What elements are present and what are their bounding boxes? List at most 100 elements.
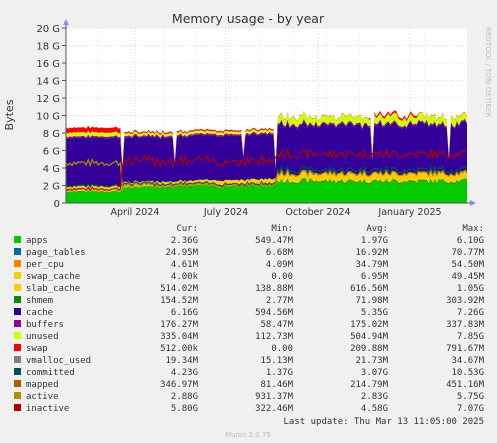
legend-cur: 335.04M <box>160 332 199 342</box>
legend-avg: 4.58G <box>361 404 388 414</box>
y-tick-label: 4 G <box>43 164 60 175</box>
legend-name: inactive <box>26 404 69 414</box>
legend-cur: 6.16G <box>171 308 198 318</box>
legend-swatch-unused <box>14 332 21 339</box>
legend-min: 322.46M <box>255 404 294 414</box>
legend-cur: 2.36G <box>171 236 198 246</box>
y-tick-label: 2 G <box>43 182 60 193</box>
legend-header-max: Max: <box>462 224 484 234</box>
legend-name: swap <box>26 344 48 354</box>
legend-name: slab_cache <box>26 284 80 294</box>
y-tick-label: 20 G <box>36 24 60 35</box>
legend-swatch-apps <box>14 236 21 243</box>
legend-avg: 214.79M <box>350 380 389 390</box>
legend-swatch-page_tables <box>14 248 21 255</box>
y-tick-label: 14 G <box>36 77 60 88</box>
legend-cur: 346.97M <box>160 380 199 390</box>
legend-cur: 2.88G <box>171 392 198 402</box>
legend-avg: 1.97G <box>361 236 388 246</box>
y-tick-label: 8 G <box>43 129 60 140</box>
memory-usage-chart: Memory usage - by year Bytes RRDTOOL / T… <box>3 11 492 439</box>
legend-avg: 34.79M <box>355 260 388 270</box>
legend-swatch-cache <box>14 308 21 315</box>
legend-min: 0.00 <box>271 272 293 282</box>
legend-avg: 3.07G <box>361 368 388 378</box>
legend-max: 1.05G <box>457 284 484 294</box>
x-tick-label: April 2024 <box>111 207 160 218</box>
legend-swatch-vmalloc_used <box>14 356 21 363</box>
legend-avg: 175.02M <box>350 320 389 330</box>
legend-min: 931.37M <box>255 392 294 402</box>
legend-avg: 21.73M <box>355 356 388 366</box>
legend-avg: 71.98M <box>355 296 388 306</box>
legend-avg: 504.94M <box>350 332 389 342</box>
legend: Cur: Min: Avg: Max: apps 2.36G 549.47M 1.97… <box>14 224 485 414</box>
legend-name: mapped <box>26 380 59 390</box>
legend-max: 7.07G <box>457 404 484 414</box>
legend-avg: 209.88M <box>350 344 389 354</box>
legend-min: 1.37G <box>266 368 293 378</box>
legend-name: shmem <box>26 296 53 306</box>
legend-name: vmalloc_used <box>26 356 91 366</box>
side-watermark: RRDTOOL / TOBI OETIKER <box>484 27 492 117</box>
legend-cur: 176.27M <box>160 320 199 330</box>
legend-cur: 5.80G <box>171 404 198 414</box>
y-tick-label: 16 G <box>36 59 60 70</box>
legend-swatch-inactive <box>14 404 21 411</box>
legend-swatch-active <box>14 392 21 399</box>
legend-max: 6.10G <box>457 236 484 246</box>
legend-min: 6.68M <box>266 248 294 258</box>
legend-cur: 154.52M <box>160 296 199 306</box>
y-axis-arrow <box>63 19 69 25</box>
legend-max: 10.53G <box>451 368 484 378</box>
legend-min: 58.47M <box>260 320 293 330</box>
legend-name: apps <box>26 236 48 246</box>
legend-max: 70.77M <box>451 248 484 258</box>
legend-max: 49.45M <box>451 272 484 282</box>
legend-min: 0.00 <box>271 344 293 354</box>
legend-swatch-slab_cache <box>14 284 21 291</box>
legend-avg: 6.95M <box>361 272 389 282</box>
legend-max: 7.26G <box>457 308 484 318</box>
legend-max: 5.75G <box>457 392 484 402</box>
legend-avg: 2.83G <box>361 392 388 402</box>
legend-header-cur: Cur: <box>176 224 198 234</box>
legend-max: 7.85G <box>457 332 484 342</box>
legend-min: 4.09M <box>266 260 294 270</box>
legend-max: 34.67M <box>451 356 484 366</box>
x-tick-label: October 2024 <box>285 207 350 218</box>
legend-name: cache <box>26 308 53 318</box>
y-tick-label: 6 G <box>43 147 60 158</box>
x-tick-label: July 2024 <box>203 207 248 218</box>
legend-max: 337.83M <box>446 320 485 330</box>
legend-min: 81.46M <box>260 380 293 390</box>
x-tick-label: January 2025 <box>377 207 441 218</box>
legend-min: 112.73M <box>255 332 294 342</box>
legend-swatch-mapped <box>14 380 21 387</box>
legend-swatch-shmem <box>14 296 21 303</box>
legend-name: active <box>26 392 59 402</box>
legend-swatch-swap <box>14 344 21 351</box>
legend-cur: 4.61M <box>171 260 199 270</box>
legend-swatch-committed <box>14 368 21 375</box>
legend-min: 594.56M <box>255 308 294 318</box>
legend-min: 2.77M <box>266 296 294 306</box>
y-tick-label: 12 G <box>36 94 60 105</box>
legend-header-avg: Avg: <box>366 224 388 234</box>
legend-cur: 19.34M <box>165 356 198 366</box>
legend-cur: 512.00k <box>160 344 199 354</box>
chart-title: Memory usage - by year <box>172 11 325 26</box>
legend-avg: 5.35G <box>361 308 388 318</box>
legend-max: 303.92M <box>446 296 485 306</box>
y-tick-label: 18 G <box>36 42 60 53</box>
legend-avg: 16.92M <box>355 248 388 258</box>
legend-swatch-swap_cache <box>14 272 21 279</box>
legend-cur: 4.23G <box>171 368 198 378</box>
legend-swatch-buffers <box>14 320 21 327</box>
legend-cur: 514.02M <box>160 284 199 294</box>
y-tick-label: 10 G <box>36 112 60 123</box>
last-update: Last update: Thu Mar 13 11:05:00 2025 <box>284 417 484 427</box>
legend-avg: 616.56M <box>350 284 389 294</box>
legend-min: 138.88M <box>255 284 294 294</box>
legend-name: committed <box>26 368 75 378</box>
